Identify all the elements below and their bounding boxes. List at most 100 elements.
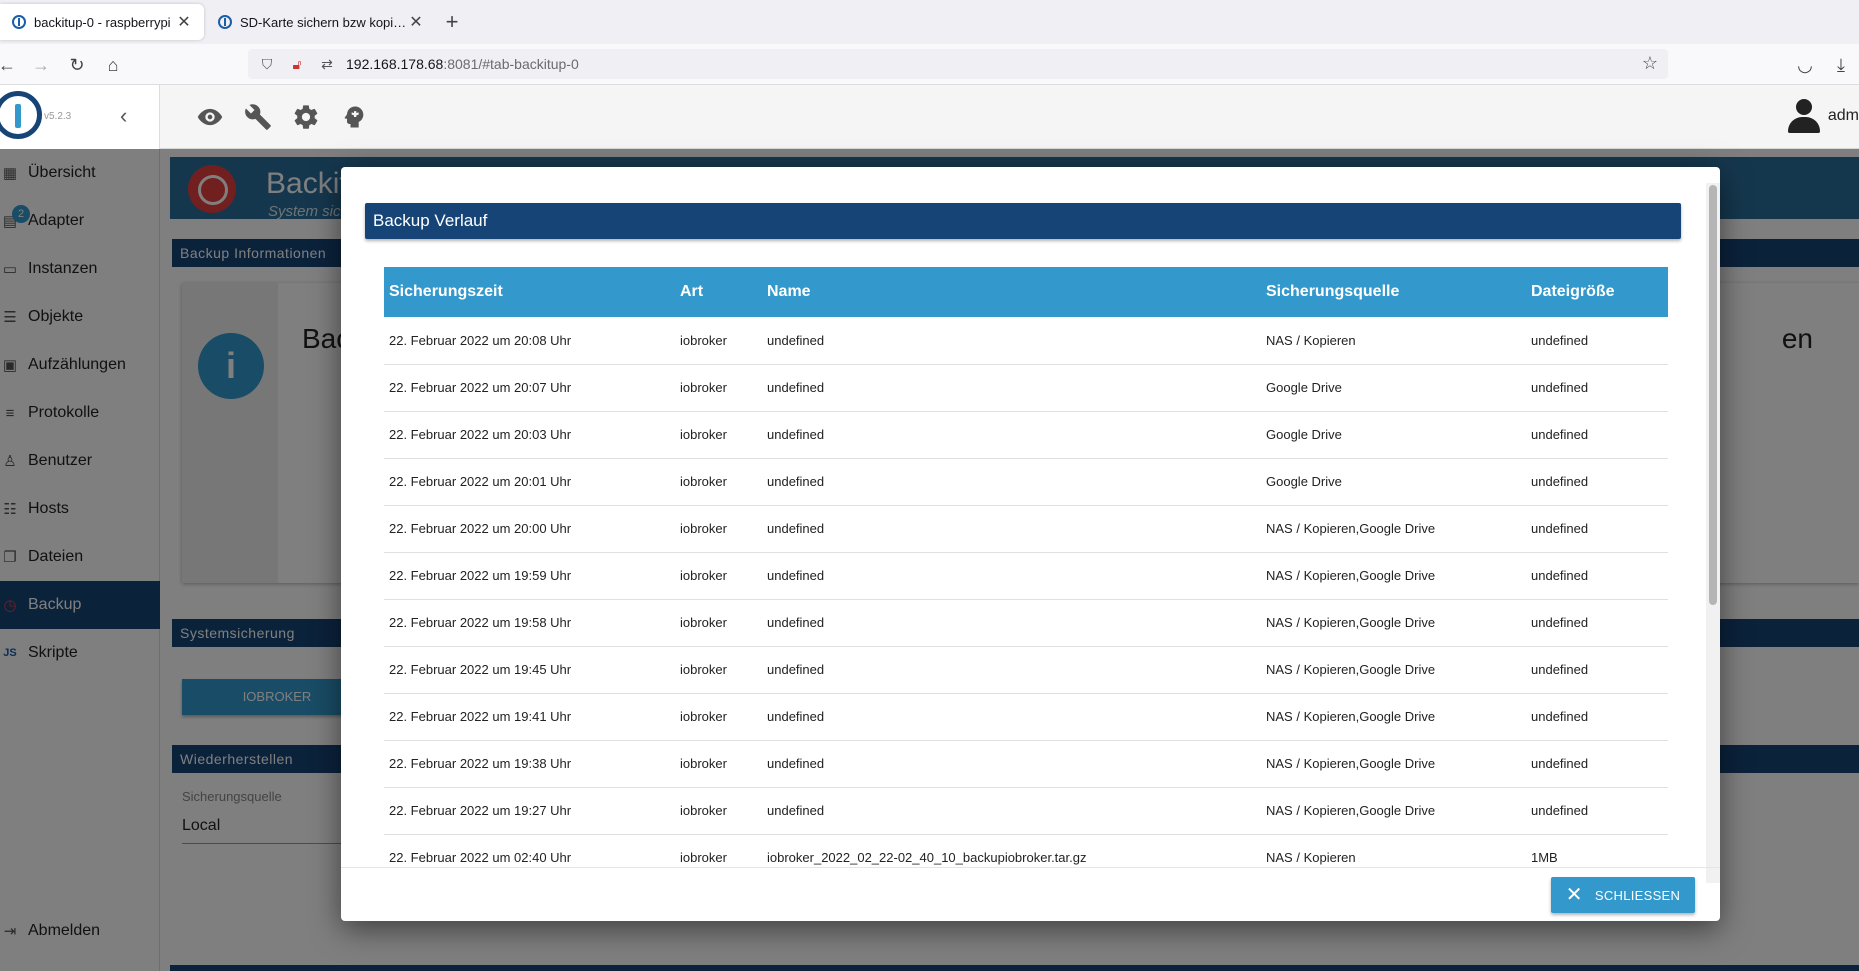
dialog-title: Backup Verlauf (365, 203, 1681, 239)
bookmark-star-icon[interactable]: ☆ (1642, 53, 1658, 74)
iobroker-favicon-icon (12, 15, 26, 29)
back-arrow-icon[interactable]: ← (0, 52, 20, 78)
insecure-lock-icon: 🔓︎ (292, 55, 302, 72)
table-header-row: Sicherungszeit Art Name Sicherungsquelle… (384, 267, 1668, 317)
cell-name: undefined (767, 615, 825, 630)
eye-icon[interactable] (196, 103, 224, 131)
col-name: Name (767, 283, 811, 300)
cell-source: Google Drive (1266, 427, 1342, 442)
cell-size: undefined (1531, 332, 1589, 348)
cell-time: 22. Februar 2022 um 20:08 Uhr (389, 332, 572, 348)
table-row: 22. Februar 2022 um 20:00 Uhr iobroker u… (384, 505, 1668, 552)
cell-source: NAS / Kopieren,Google Drive (1266, 662, 1436, 677)
browser-tab-backitup[interactable]: backitup-0 - raspberrypi ✕ (0, 4, 204, 40)
cell-source: NAS / Kopieren (1266, 332, 1356, 348)
cell-source: NAS / Kopieren,Google Drive (1266, 803, 1436, 818)
cell-name: undefined (767, 427, 825, 442)
cell-type: iobroker (680, 380, 727, 395)
close-icon: ✕ (1565, 884, 1583, 906)
browser-tab-sd-karte[interactable]: SD-Karte sichern bzw kopieren ✕ (206, 4, 436, 40)
cell-size: undefined (1531, 568, 1589, 583)
close-button-label: SCHLIESSEN (1594, 887, 1681, 903)
app-toolbar: adm (160, 85, 1859, 149)
cell-type: iobroker (680, 662, 727, 677)
reload-icon[interactable]: ↻ (64, 52, 90, 78)
table-row: 22. Februar 2022 um 20:01 Uhr iobroker u… (384, 458, 1668, 505)
cell-type: iobroker (680, 521, 727, 536)
gear-icon[interactable] (292, 103, 320, 131)
col-sicherungsquelle: Sicherungsquelle (1266, 283, 1400, 300)
cell-size: undefined (1531, 615, 1589, 630)
pocket-icon[interactable]: ◡ (1792, 52, 1818, 78)
user-menu[interactable]: adm (1787, 99, 1859, 133)
cell-time: 22. Februar 2022 um 20:00 Uhr (389, 521, 572, 536)
cell-name: undefined (767, 756, 825, 771)
tab-close-icon[interactable]: ✕ (408, 12, 424, 32)
user-name: adm (1827, 107, 1859, 124)
table-row: 22. Februar 2022 um 19:59 Uhr iobroker u… (384, 552, 1668, 599)
cell-type: iobroker (680, 803, 727, 818)
cell-source: NAS / Kopieren,Google Drive (1266, 521, 1436, 536)
table-row: 22. Februar 2022 um 19:45 Uhr iobroker u… (384, 646, 1668, 693)
table-row: 22. Februar 2022 um 02:40 Uhr iobroker i… (384, 834, 1668, 865)
table-row: 22. Februar 2022 um 20:03 Uhr iobroker u… (384, 411, 1668, 458)
dialog-scrollbar-thumb[interactable] (1709, 185, 1717, 605)
forward-arrow-icon[interactable]: → (28, 52, 54, 78)
iobroker-favicon-icon (218, 15, 232, 29)
cell-type: iobroker (680, 474, 727, 489)
user-avatar-icon (1787, 99, 1820, 133)
cell-size: undefined (1531, 756, 1589, 771)
history-table-container[interactable]: Sicherungszeit Art Name Sicherungsquelle… (384, 267, 1668, 865)
cell-name: undefined (767, 803, 825, 818)
browser-tab-bar: backitup-0 - raspberrypi ✕ SD-Karte sich… (0, 0, 1859, 44)
table-row: 22. Februar 2022 um 20:08 Uhr iobroker u… (384, 317, 1668, 364)
cell-source: Google Drive (1266, 380, 1342, 395)
cell-time: 22. Februar 2022 um 19:59 Uhr (389, 568, 572, 583)
tab-title: backitup-0 - raspberrypi (34, 14, 171, 30)
url-host: 192.168.178.68 (346, 56, 444, 72)
cell-source: NAS / Kopieren,Google Drive (1266, 615, 1436, 630)
download-icon[interactable]: ⤓ (1828, 52, 1854, 78)
wrench-icon[interactable] (244, 103, 272, 131)
cell-size: 1MB (1531, 850, 1558, 865)
url-bar[interactable]: ⛉ 🔓︎ ⇄ 192.168.178.68 :8081/#tab-backitu… (248, 49, 1668, 79)
cell-type: iobroker (680, 615, 727, 630)
cell-type: iobroker (680, 709, 727, 724)
cell-size: undefined (1531, 427, 1589, 442)
close-dialog-button[interactable]: ✕ SCHLIESSEN (1551, 877, 1695, 913)
cell-time: 22. Februar 2022 um 19:38 Uhr (389, 756, 572, 771)
cell-source: NAS / Kopieren,Google Drive (1266, 568, 1436, 583)
new-tab-button[interactable]: + (440, 10, 464, 34)
cell-time: 22. Februar 2022 um 20:03 Uhr (389, 427, 572, 442)
tab-close-icon[interactable]: ✕ (176, 12, 192, 32)
cell-name: undefined (767, 662, 825, 677)
url-path: :8081/#tab-backitup-0 (443, 56, 579, 72)
browser-nav-bar: ← → ↻ ⌂ ⛉ 🔓︎ ⇄ 192.168.178.68 :8081/#tab… (0, 44, 1859, 85)
cell-time: 22. Februar 2022 um 19:45 Uhr (389, 662, 572, 677)
expert-mode-head-icon[interactable] (340, 103, 368, 131)
home-icon[interactable]: ⌂ (100, 52, 126, 78)
cell-time: 22. Februar 2022 um 20:07 Uhr (389, 380, 572, 395)
app-version: v5.2.3 (44, 111, 72, 122)
table-row: 22. Februar 2022 um 19:27 Uhr iobroker u… (384, 787, 1668, 834)
col-dateigroesse: Dateigröße (1531, 283, 1615, 300)
cell-name: undefined (767, 568, 825, 583)
cell-size: undefined (1531, 803, 1589, 818)
cell-name: iobroker_2022_02_22-02_40_10_backupiobro… (767, 850, 1087, 865)
cell-type: iobroker (680, 427, 727, 442)
cell-type: iobroker (680, 756, 727, 771)
backup-history-dialog: Backup Verlauf Sicherungszeit Art Name S… (341, 167, 1720, 921)
cell-time: 22. Februar 2022 um 02:40 Uhr (389, 850, 572, 865)
cell-name: undefined (767, 521, 825, 536)
table-row: 22. Februar 2022 um 20:07 Uhr iobroker u… (384, 364, 1668, 411)
cell-source: Google Drive (1266, 474, 1342, 489)
cell-source: NAS / Kopieren,Google Drive (1266, 709, 1436, 724)
cell-size: undefined (1531, 709, 1589, 724)
cell-time: 22. Februar 2022 um 19:58 Uhr (389, 615, 572, 630)
cell-size: undefined (1531, 662, 1589, 677)
history-table: Sicherungszeit Art Name Sicherungsquelle… (384, 267, 1668, 865)
dialog-footer: ✕ SCHLIESSEN (341, 867, 1720, 921)
collapse-chevron-left-icon[interactable]: ‹ (120, 103, 127, 129)
table-row: 22. Februar 2022 um 19:41 Uhr iobroker u… (384, 693, 1668, 740)
col-sicherungszeit: Sicherungszeit (389, 283, 503, 300)
